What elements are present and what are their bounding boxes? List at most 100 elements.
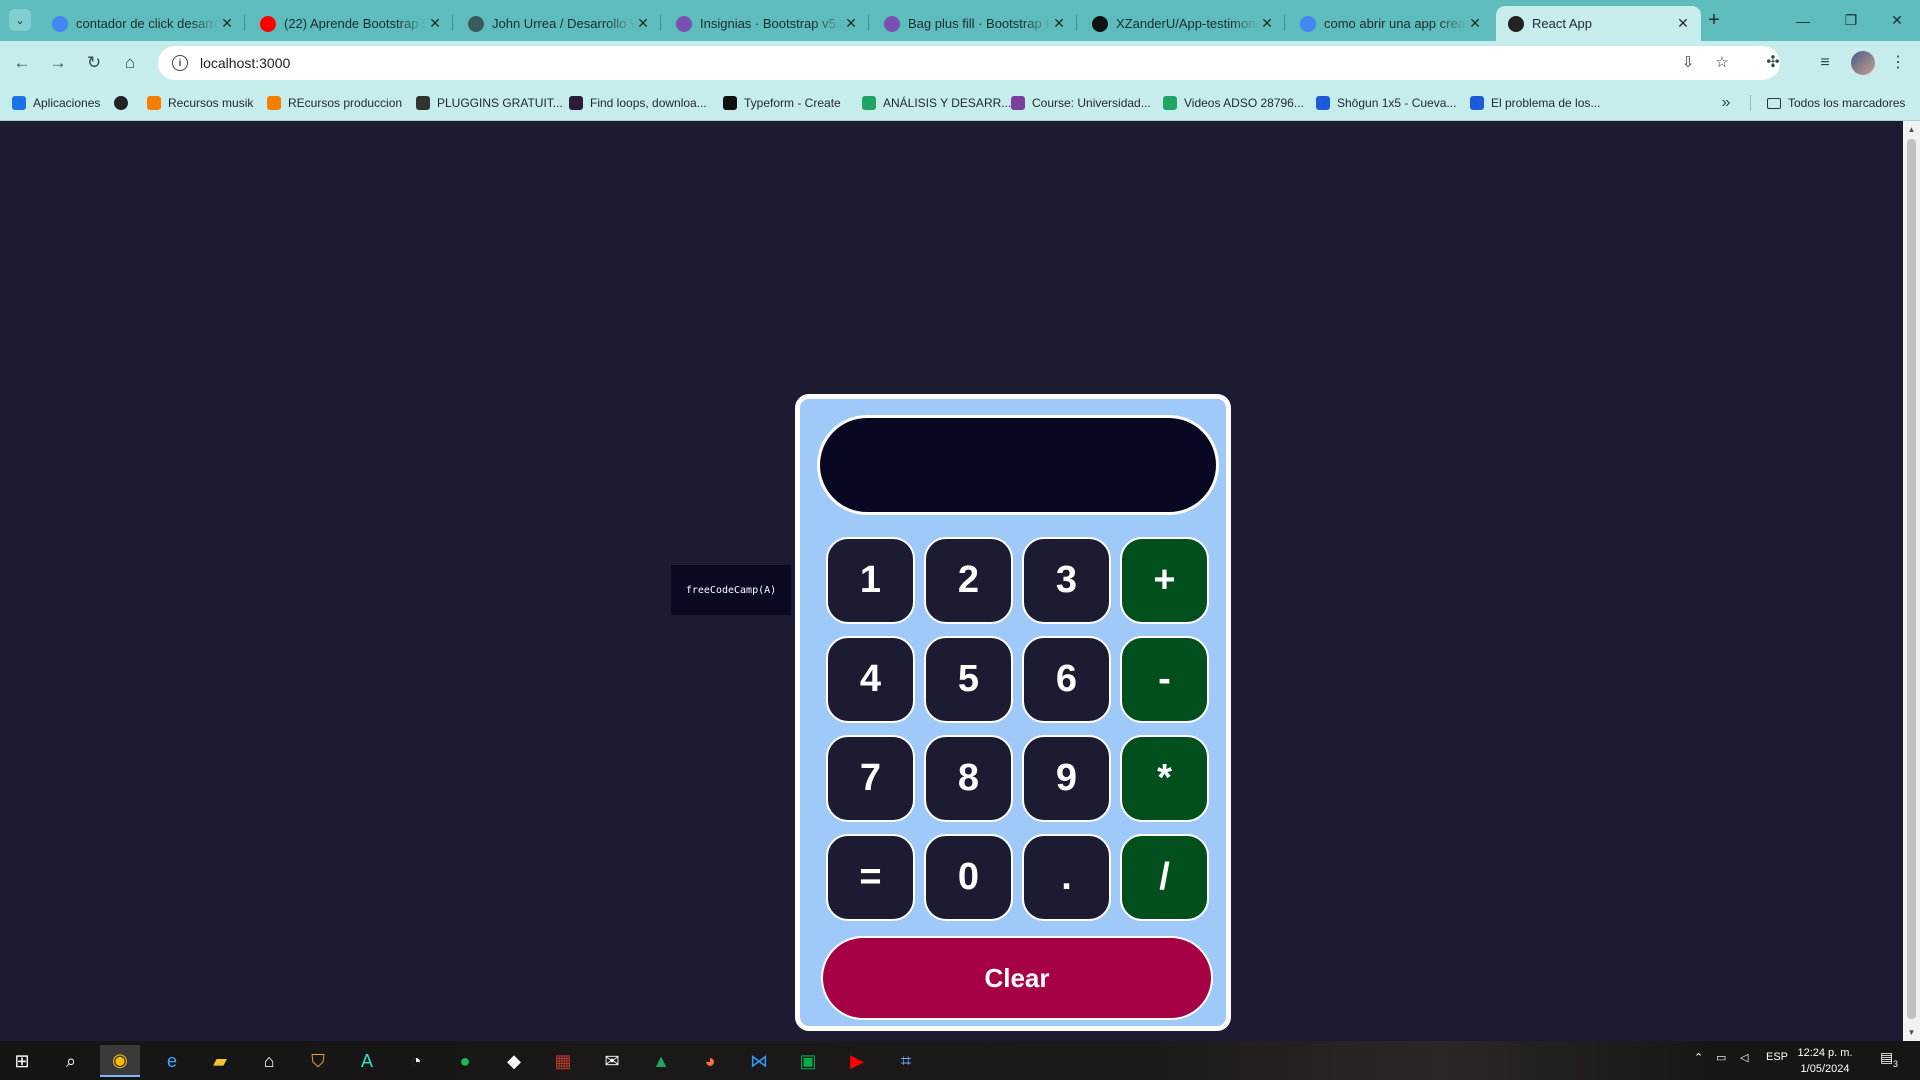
network-icon[interactable]: ▭: [1716, 1051, 1726, 1064]
bookmark-item[interactable]: ANÁLISIS Y DESARR...: [862, 94, 1011, 112]
key-1-button[interactable]: 1: [826, 537, 915, 624]
taskbar-firefox[interactable]: ◕: [690, 1045, 730, 1077]
taskbar-meet[interactable]: ▣: [788, 1045, 828, 1077]
key-equals-button[interactable]: =: [826, 834, 915, 921]
spotify-icon: ●: [459, 1050, 471, 1071]
taskbar-app-diamond[interactable]: ◆: [494, 1045, 534, 1077]
key-0-button[interactable]: 0: [924, 834, 1013, 921]
key-4-button[interactable]: 4: [826, 636, 915, 723]
key-5-button[interactable]: 5: [924, 636, 1013, 723]
taskbar-brave[interactable]: ⛉: [298, 1045, 338, 1077]
taskbar-mail[interactable]: ✉: [592, 1045, 632, 1077]
scrollbar-thumb[interactable]: [1907, 139, 1916, 1019]
profile-avatar[interactable]: [1851, 51, 1875, 75]
key-2-button[interactable]: 2: [924, 537, 1013, 624]
bookmark-item[interactable]: REcursos produccion: [267, 94, 402, 112]
bookmark-item[interactable]: Aplicaciones: [12, 94, 100, 112]
close-tab-icon[interactable]: ✕: [1467, 15, 1483, 32]
bookmark-item[interactable]: [114, 94, 135, 112]
notifications-icon[interactable]: ▤: [1880, 1049, 1893, 1066]
media-controls-icon[interactable]: ≡: [1813, 51, 1837, 75]
taskbar-spotify[interactable]: ●: [445, 1045, 485, 1077]
forward-button[interactable]: →: [44, 49, 72, 77]
close-tab-icon[interactable]: ✕: [219, 15, 235, 32]
taskbar-app-terminal[interactable]: ⌗: [886, 1045, 926, 1077]
close-tab-icon[interactable]: ✕: [1051, 15, 1067, 32]
bookmark-item[interactable]: Typeform - Create: [723, 94, 841, 112]
search-button[interactable]: ⌕: [51, 1045, 91, 1077]
taskbar-app-circle[interactable]: ◔: [396, 1045, 436, 1077]
bookmark-star-icon[interactable]: ☆: [1712, 53, 1732, 73]
minimize-button[interactable]: —: [1780, 0, 1826, 41]
taskbar-edge[interactable]: e: [152, 1045, 192, 1077]
new-tab-button[interactable]: +: [1703, 9, 1725, 31]
tab-7[interactable]: React App ✕: [1496, 6, 1701, 41]
taskbar-store[interactable]: ⌂: [249, 1045, 289, 1077]
bookmark-item[interactable]: Shōgun 1x5 - Cueva...: [1316, 94, 1456, 112]
site-info-icon[interactable]: i: [172, 55, 188, 71]
tab-2[interactable]: John Urrea / Desarrollo Web✕: [456, 6, 661, 41]
bookmark-item[interactable]: Recursos musik: [147, 94, 253, 112]
key-minus-button[interactable]: -: [1120, 636, 1209, 723]
tab-6[interactable]: como abrir una app creada ✕: [1288, 6, 1493, 41]
key-9-button[interactable]: 9: [1022, 735, 1111, 822]
bookmark-item[interactable]: PLUGGINS GRATUIT...: [416, 94, 563, 112]
close-window-button[interactable]: ✕: [1874, 0, 1920, 41]
taskbar-youtube[interactable]: ▶: [837, 1045, 877, 1077]
extensions-icon[interactable]: ✣: [1761, 51, 1785, 75]
taskbar-chrome[interactable]: ◉: [100, 1045, 140, 1077]
taskbar-app-a[interactable]: A: [347, 1045, 387, 1077]
install-app-icon[interactable]: ⇩: [1678, 53, 1698, 73]
key-decimal-button[interactable]: .: [1022, 834, 1111, 921]
menu-icon[interactable]: ⋮: [1886, 51, 1910, 75]
key-plus-button[interactable]: +: [1120, 537, 1209, 624]
taskbar-vscode[interactable]: ⋈: [739, 1045, 779, 1077]
key-multiply-button[interactable]: *: [1120, 735, 1209, 822]
close-tab-icon[interactable]: ✕: [843, 15, 859, 32]
volume-icon[interactable]: ◁: [1740, 1051, 1748, 1064]
key-8-button[interactable]: 8: [924, 735, 1013, 822]
start-button[interactable]: ⊞: [2, 1045, 42, 1077]
key-divide-button[interactable]: /: [1120, 834, 1209, 921]
close-tab-icon[interactable]: ✕: [635, 15, 651, 32]
scroll-down-icon[interactable]: ▼: [1903, 1024, 1920, 1041]
all-bookmarks-folder[interactable]: Todos los marcadores: [1767, 94, 1905, 112]
tab-4[interactable]: Bag plus fill · Bootstrap Icons✕: [872, 6, 1077, 41]
bookmarks-divider: [1750, 95, 1751, 111]
close-tab-icon[interactable]: ✕: [427, 15, 443, 32]
bookmark-item[interactable]: El problema de los...: [1470, 94, 1600, 112]
taskbar-drive[interactable]: ▲: [641, 1045, 681, 1077]
bookmark-item[interactable]: Videos ADSO 28796...: [1163, 94, 1304, 112]
clear-button[interactable]: Clear: [821, 936, 1213, 1020]
close-tab-icon[interactable]: ✕: [1259, 15, 1275, 32]
tab-0[interactable]: contador de click desarrollo ✕: [40, 6, 245, 41]
taskbar-clock[interactable]: 12:24 p. m. 1/05/2024: [1790, 1045, 1860, 1077]
bookmark-item[interactable]: Find loops, downloa...: [569, 94, 707, 112]
key-6-button[interactable]: 6: [1022, 636, 1111, 723]
more-bookmarks-icon[interactable]: »: [1714, 91, 1738, 115]
page-scrollbar[interactable]: ▲ ▼: [1903, 121, 1920, 1041]
language-indicator[interactable]: ESP: [1766, 1051, 1788, 1063]
google-icon: [1300, 15, 1316, 32]
taskbar-file-explorer[interactable]: ▰: [200, 1045, 240, 1077]
reload-button[interactable]: ↻: [80, 49, 108, 77]
tab-3[interactable]: Insignias · Bootstrap v5.3 ✕: [664, 6, 869, 41]
tab-5[interactable]: XZanderU/App-testimonios ✕: [1080, 6, 1285, 41]
search-icon: ⌕: [65, 1050, 77, 1071]
tab-search-button[interactable]: ⌄: [9, 9, 31, 31]
address-bar[interactable]: i localhost:3000 ⇩ ☆: [158, 46, 1780, 80]
scroll-up-icon[interactable]: ▲: [1903, 121, 1920, 138]
tab-title: John Urrea / Desarrollo Web: [492, 16, 635, 31]
bookmark-item[interactable]: Course: Universidad...: [1011, 94, 1151, 112]
tray-overflow-icon[interactable]: ⌃: [1694, 1051, 1703, 1064]
key-7-button[interactable]: 7: [826, 735, 915, 822]
tab-1[interactable]: (22) Aprende Bootstrap 5 ✕: [248, 6, 453, 41]
diamond-icon: ◆: [507, 1050, 521, 1071]
key-3-button[interactable]: 3: [1022, 537, 1111, 624]
restore-button[interactable]: ❐: [1828, 0, 1874, 41]
tab-title: React App: [1532, 16, 1592, 31]
back-button[interactable]: ←: [8, 49, 36, 77]
taskbar-app-mixer[interactable]: ▦: [543, 1045, 583, 1077]
close-tab-icon[interactable]: ✕: [1675, 15, 1691, 32]
home-button[interactable]: ⌂: [116, 49, 144, 77]
